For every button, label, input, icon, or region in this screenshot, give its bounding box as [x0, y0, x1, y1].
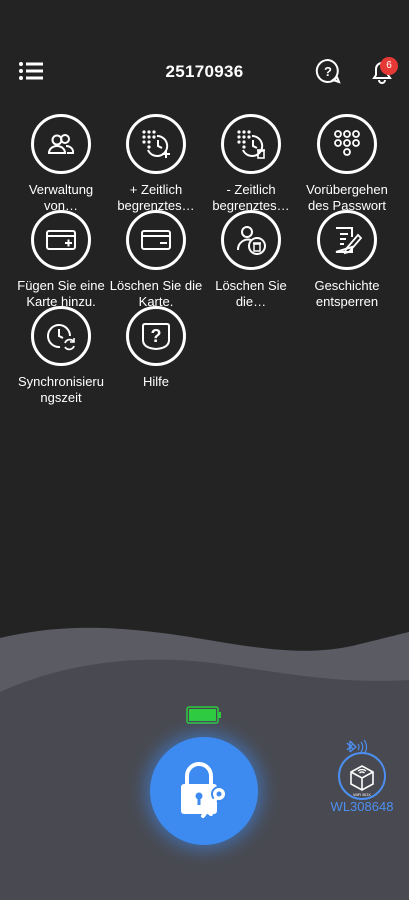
wifi-box-icon: WiFi BOX — [338, 739, 386, 800]
help-icon: ? — [142, 323, 170, 351]
card-add-icon — [46, 230, 76, 250]
card-remove-icon — [141, 230, 171, 250]
tile-icon-circle — [221, 114, 281, 174]
tile-sync-time[interactable]: Synchronisieru ngszeit — [13, 306, 109, 406]
tile-icon-circle — [126, 210, 186, 270]
tile-icon-circle — [221, 210, 281, 270]
gateway-id-label[interactable]: WL308648 — [318, 799, 406, 814]
users-icon — [47, 134, 75, 154]
tile-label: Synchronisieru ngszeit — [18, 374, 104, 405]
tile-delete-user[interactable]: Löschen Sie die… — [203, 210, 299, 310]
svg-text:?: ? — [151, 326, 162, 346]
keypad-icon — [334, 130, 360, 156]
sync-clock-icon — [47, 324, 75, 351]
history-icon — [335, 227, 362, 255]
help-icon: ? — [315, 58, 341, 84]
tile-help[interactable]: ? Hilfe — [108, 306, 204, 390]
tile-label: Hilfe — [142, 374, 169, 389]
tile-icon-circle — [317, 114, 377, 174]
tile-icon-circle — [31, 210, 91, 270]
battery-icon — [186, 706, 221, 724]
wifi-box-gateway[interactable]: WiFi BOX — [334, 738, 390, 802]
tile-icon-circle — [126, 114, 186, 174]
tile-add-timed-password[interactable]: + Zeitlich begrenztes… — [108, 114, 204, 214]
tile-label: Geschichte entsperren — [314, 278, 380, 309]
wifi-box-text: WiFi BOX — [353, 792, 371, 797]
header-bar: 25170936 ? — [0, 52, 409, 92]
tile-temporary-password[interactable]: Vorübergehen des Passwort — [299, 114, 395, 214]
lock-key-icon — [181, 762, 227, 818]
svg-text:?: ? — [324, 64, 332, 79]
tile-icon-circle — [31, 114, 91, 174]
tile-icon-circle: ? — [126, 306, 186, 366]
keypad-clock-delete-icon — [237, 130, 265, 159]
notification-badge: 6 — [380, 57, 398, 75]
unlock-button[interactable] — [150, 737, 258, 845]
tile-add-card[interactable]: Fügen Sie eine Karte hinzu. — [13, 210, 109, 310]
tile-icon-circle — [317, 210, 377, 270]
tile-user-management[interactable]: Verwaltung von… — [13, 114, 109, 214]
tile-delete-timed-password[interactable]: - Zeitlich begrenztes… — [203, 114, 299, 214]
tile-label: Löschen Sie die… — [215, 278, 287, 309]
help-button[interactable]: ? — [315, 58, 341, 84]
tile-delete-card[interactable]: Löschen Sie die Karte. — [108, 210, 204, 310]
user-delete-icon — [237, 226, 266, 255]
page-title: 25170936 — [165, 62, 244, 81]
keypad-clock-add-icon — [142, 130, 170, 158]
tile-icon-circle — [31, 306, 91, 366]
tile-unlock-history[interactable]: Geschichte entsperren — [299, 210, 395, 310]
